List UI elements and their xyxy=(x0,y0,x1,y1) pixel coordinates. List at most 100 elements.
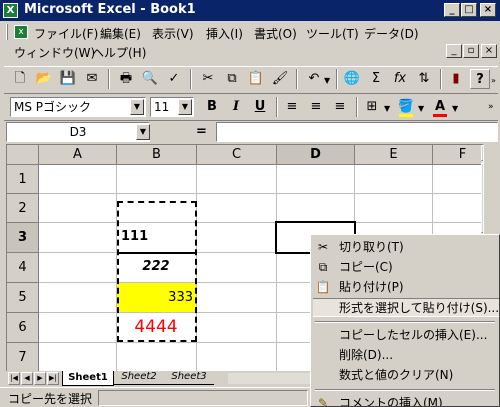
help-icon[interactable]: ? xyxy=(470,69,490,89)
scroll-up-icon[interactable]: ▲ xyxy=(481,145,483,161)
open-icon[interactable]: 📂 xyxy=(34,69,54,89)
formula-equals[interactable]: = xyxy=(196,124,207,139)
row-header-5[interactable]: 5 xyxy=(7,283,39,313)
menu-insert[interactable]: 挿入(I) xyxy=(206,25,243,42)
format-painter-icon[interactable]: 🖌 xyxy=(270,69,290,89)
context-item-label: 削除(D)... xyxy=(339,348,394,362)
gridline xyxy=(39,222,483,223)
context-item-paste-special[interactable]: 形式を選択して貼り付け(S)... xyxy=(313,298,499,317)
menu-help[interactable]: ヘルプ(H) xyxy=(92,44,146,61)
title-bar: X Microsoft Excel - Book1 _ □ × xyxy=(0,0,500,21)
paste-icon[interactable]: 📋 xyxy=(246,69,266,89)
doc-restore-button[interactable]: ▫ xyxy=(463,44,479,58)
row-header-4[interactable]: 4 xyxy=(7,253,39,283)
column-header-d[interactable]: D xyxy=(277,145,355,165)
row-header-6[interactable]: 6 xyxy=(7,313,39,343)
context-item-insert-comment[interactable]: ✎ コメントの挿入(M) xyxy=(313,394,499,406)
print-icon[interactable]: 🖶 xyxy=(116,69,136,89)
row-header-2[interactable]: 2 xyxy=(7,194,39,223)
workbook-icon[interactable]: x xyxy=(14,25,28,39)
context-item-copy[interactable]: ⧉ コピー(C) xyxy=(313,258,499,277)
column-header-e[interactable]: E xyxy=(355,145,433,165)
undo-icon[interactable]: ↶ xyxy=(304,69,324,89)
menu-view[interactable]: 表示(V) xyxy=(152,25,194,42)
menu-data[interactable]: データ(D) xyxy=(364,25,419,42)
next-sheet-icon[interactable]: ▶ xyxy=(34,372,46,385)
copy-icon: ⧉ xyxy=(318,260,328,274)
chart-wizard-icon[interactable]: ▮ xyxy=(446,69,466,89)
underline-button[interactable]: U xyxy=(250,97,270,117)
menu-file[interactable]: ファイル(F) xyxy=(34,25,98,42)
formula-input[interactable] xyxy=(216,122,498,142)
font-color-swatch xyxy=(433,114,447,117)
context-item-insert-copied[interactable]: コピーしたセルの挿入(E)... xyxy=(313,326,499,345)
toolbar-separator xyxy=(440,69,442,89)
column-header-a[interactable]: A xyxy=(39,145,117,165)
maximize-button[interactable]: □ xyxy=(461,3,477,17)
hyperlink-icon[interactable]: 🌐 xyxy=(342,69,362,89)
row-header-7[interactable]: 7 xyxy=(7,343,39,371)
undo-dropdown-icon[interactable]: ▼ xyxy=(324,76,330,85)
close-button[interactable]: × xyxy=(480,3,496,17)
autosum-icon[interactable]: Σ xyxy=(366,69,386,89)
menu-window[interactable]: ウィンドウ(W) xyxy=(14,44,95,61)
toolbar-options-icon[interactable]: » xyxy=(488,102,494,112)
align-left-icon[interactable]: ≡ xyxy=(282,97,302,117)
function-icon[interactable]: fx xyxy=(390,69,410,89)
mail-icon[interactable]: ✉ xyxy=(82,69,102,89)
align-center-icon[interactable]: ≡ xyxy=(306,97,326,117)
name-box[interactable]: D3 xyxy=(6,122,150,142)
tab-sheet2[interactable]: Sheet2 xyxy=(114,371,164,385)
context-item-clear-contents[interactable]: 数式と値のクリア(N) xyxy=(313,366,499,385)
font-name-combo[interactable]: MS Pゴシック xyxy=(10,97,146,117)
menu-edit[interactable]: 編集(E) xyxy=(100,25,141,42)
horizontal-scrollbar[interactable] xyxy=(228,373,312,384)
menu-tools[interactable]: ツール(T) xyxy=(306,25,359,42)
doc-close-button[interactable]: × xyxy=(481,44,497,58)
toolbar-options-icon[interactable]: » xyxy=(491,76,496,85)
scroll-thumb[interactable] xyxy=(481,163,483,233)
spelling-icon[interactable]: ✓ xyxy=(164,69,184,89)
save-icon[interactable]: 💾 xyxy=(58,69,78,89)
column-header-b[interactable]: B xyxy=(117,145,197,165)
copy-icon[interactable]: ⧉ xyxy=(222,69,242,89)
doc-minimize-button[interactable]: _ xyxy=(446,44,462,58)
context-item-delete[interactable]: 削除(D)... xyxy=(313,346,499,365)
sort-ascending-icon[interactable]: ⇅ xyxy=(414,69,434,89)
tab-sheet1[interactable]: Sheet1 xyxy=(62,371,114,386)
row-header-1[interactable]: 1 xyxy=(7,165,39,194)
font-size-dropdown-icon[interactable]: ▼ xyxy=(178,99,192,115)
borders-icon[interactable]: ⊞ xyxy=(362,97,382,117)
name-box-value: D3 xyxy=(69,125,87,139)
last-sheet-icon[interactable]: ▶| xyxy=(47,372,59,385)
fill-color-dropdown-icon[interactable]: ▼ xyxy=(418,104,424,113)
context-item-cut[interactable]: ✂ 切り取り(T) xyxy=(313,238,499,257)
cut-icon[interactable]: ✂ xyxy=(198,69,218,89)
font-name-value: MS Pゴシック xyxy=(14,100,92,114)
excel-app-icon[interactable]: X xyxy=(3,3,18,18)
font-color-dropdown-icon[interactable]: ▼ xyxy=(452,104,458,113)
borders-dropdown-icon[interactable]: ▼ xyxy=(384,104,390,113)
first-sheet-icon[interactable]: |◀ xyxy=(8,372,20,385)
new-icon[interactable]: 🗋 xyxy=(10,69,30,89)
italic-button[interactable]: I xyxy=(226,97,246,117)
align-right-icon[interactable]: ≡ xyxy=(330,97,350,117)
context-item-paste[interactable]: 📋 貼り付け(P) xyxy=(313,278,499,297)
context-item-label: 切り取り(T) xyxy=(339,240,404,254)
prev-sheet-icon[interactable]: ◀ xyxy=(21,372,33,385)
font-name-dropdown-icon[interactable]: ▼ xyxy=(130,99,144,115)
copy-marquee xyxy=(117,201,197,342)
toolbar-separator xyxy=(356,97,358,117)
row-header-3[interactable]: 3 xyxy=(7,223,39,253)
name-box-dropdown-icon[interactable]: ▼ xyxy=(136,124,150,140)
minimize-button[interactable]: _ xyxy=(444,3,460,17)
context-item-label: コピーしたセルの挿入(E)... xyxy=(339,328,488,342)
paste-icon: 📋 xyxy=(315,280,331,294)
bold-button[interactable]: B xyxy=(202,97,222,117)
select-all-corner[interactable] xyxy=(7,145,39,165)
menu-format[interactable]: 書式(O) xyxy=(254,25,297,42)
column-header-f[interactable]: F xyxy=(433,145,483,165)
column-header-c[interactable]: C xyxy=(197,145,277,165)
tab-sheet3[interactable]: Sheet3 xyxy=(164,371,214,385)
print-preview-icon[interactable]: 🔍 xyxy=(140,69,160,89)
